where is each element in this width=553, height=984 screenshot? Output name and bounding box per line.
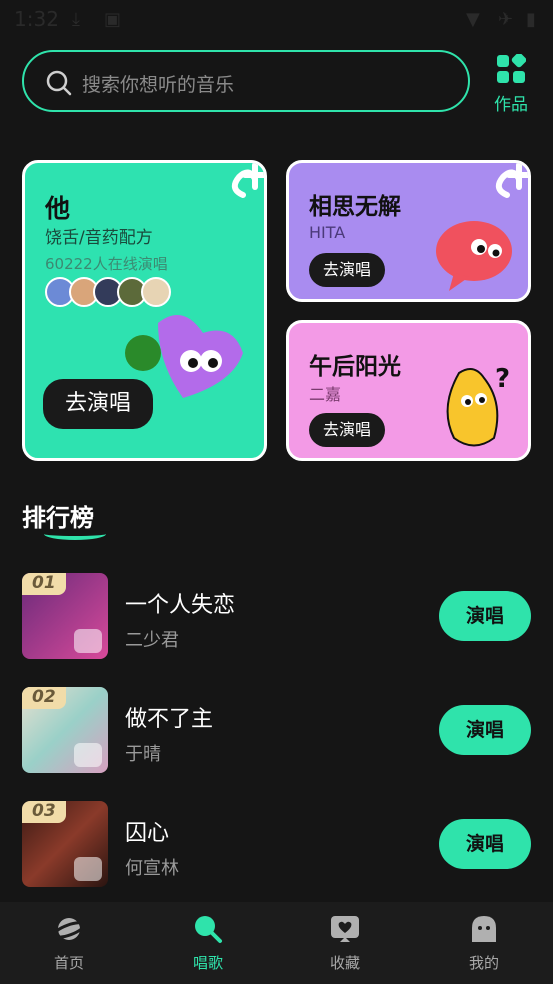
works-label: 作品 bbox=[494, 95, 528, 115]
download-icon: ⤓ bbox=[72, 9, 80, 30]
card-title: 他 bbox=[45, 194, 71, 223]
title-underline bbox=[44, 528, 106, 540]
wifi-icon: ▼ bbox=[466, 9, 480, 30]
microphone-icon bbox=[195, 916, 222, 943]
bottom-nav: 首页 唱歌 收藏 我的 bbox=[0, 902, 553, 984]
rank-number: 01 bbox=[22, 573, 66, 595]
nav-label: 收藏 bbox=[329, 954, 360, 972]
nav-label: 我的 bbox=[468, 954, 499, 972]
heart-chat-icon bbox=[331, 916, 359, 942]
card-artist: HITA bbox=[309, 223, 346, 242]
featured-card-3[interactable]: 午后阳光 二嘉 ? 去演唱 bbox=[286, 320, 531, 461]
search-placeholder: 搜索你想听的音乐 bbox=[82, 74, 235, 96]
works-button[interactable]: 作品 bbox=[490, 52, 532, 115]
svg-text:?: ? bbox=[495, 364, 510, 394]
ranking-title: 排行榜 bbox=[22, 498, 106, 540]
battery-icon: ▮ bbox=[526, 9, 536, 30]
song-cover: 01 bbox=[22, 573, 108, 659]
status-time: 1:32 bbox=[14, 7, 59, 31]
search-icon bbox=[46, 70, 72, 96]
play-icon[interactable] bbox=[74, 857, 102, 881]
notification-icon: ▣ bbox=[104, 9, 122, 30]
song-title: 做不了主 bbox=[125, 707, 214, 732]
ghost-icon bbox=[472, 916, 496, 942]
song-title: 一个人失恋 bbox=[125, 593, 236, 618]
featured-card-2[interactable]: 相思无解 HITA 去演唱 bbox=[286, 160, 531, 302]
nav-item-home[interactable]: 首页 bbox=[29, 914, 109, 973]
ranking-row[interactable]: 02 做不了主 于晴 演唱 bbox=[22, 687, 532, 775]
card-artist: 二嘉 bbox=[309, 385, 342, 404]
nav-item-favorites[interactable]: 收藏 bbox=[305, 914, 385, 973]
airplane-icon: ✈ bbox=[498, 9, 514, 30]
song-title: 囚心 bbox=[125, 821, 170, 846]
sparkle-icon bbox=[231, 163, 264, 198]
card-title: 相思无解 bbox=[309, 194, 401, 220]
search-bar[interactable]: 搜索你想听的音乐 bbox=[22, 50, 470, 112]
rank-number: 02 bbox=[22, 687, 66, 709]
go-sing-button[interactable]: 去演唱 bbox=[309, 413, 385, 447]
status-bar: 1:32 ⤓ ▣ ▼ ✈ ▮ bbox=[0, 0, 553, 38]
nav-item-profile[interactable]: 我的 bbox=[444, 914, 524, 973]
song-cover: 03 bbox=[22, 801, 108, 887]
card-subtitle: 饶舌/音药配方 bbox=[45, 228, 153, 248]
sing-button[interactable]: 演唱 bbox=[439, 705, 531, 755]
pear-mascot-icon: ? bbox=[446, 364, 510, 447]
works-grid-icon bbox=[497, 52, 527, 83]
sing-button[interactable]: 演唱 bbox=[439, 819, 531, 869]
ranking-row[interactable]: 01 一个人失恋 二少君 演唱 bbox=[22, 573, 532, 661]
ranking-row[interactable]: 03 囚心 何宣林 演唱 bbox=[22, 801, 532, 889]
nav-label: 首页 bbox=[53, 954, 84, 972]
song-artist: 二少君 bbox=[125, 630, 179, 651]
go-sing-button[interactable]: 去演唱 bbox=[43, 379, 153, 429]
featured-card-main[interactable]: 他 饶舌/音药配方 60222人在线演唱 去演唱 bbox=[22, 160, 267, 461]
singing-count: 60222人在线演唱 bbox=[45, 255, 168, 273]
play-icon[interactable] bbox=[74, 743, 102, 767]
song-artist: 何宣林 bbox=[125, 858, 179, 879]
nav-item-sing[interactable]: 唱歌 bbox=[168, 914, 248, 973]
song-artist: 于晴 bbox=[125, 744, 161, 765]
play-icon[interactable] bbox=[74, 629, 102, 653]
go-sing-button[interactable]: 去演唱 bbox=[309, 253, 385, 287]
sing-button[interactable]: 演唱 bbox=[439, 591, 531, 641]
nav-label: 唱歌 bbox=[192, 954, 223, 972]
sparkle-icon bbox=[495, 163, 528, 198]
speech-bubble-mascot-icon bbox=[436, 221, 512, 291]
song-cover: 02 bbox=[22, 687, 108, 773]
planet-icon bbox=[52, 918, 86, 940]
rank-number: 03 bbox=[22, 801, 66, 823]
card-title: 午后阳光 bbox=[309, 354, 401, 380]
